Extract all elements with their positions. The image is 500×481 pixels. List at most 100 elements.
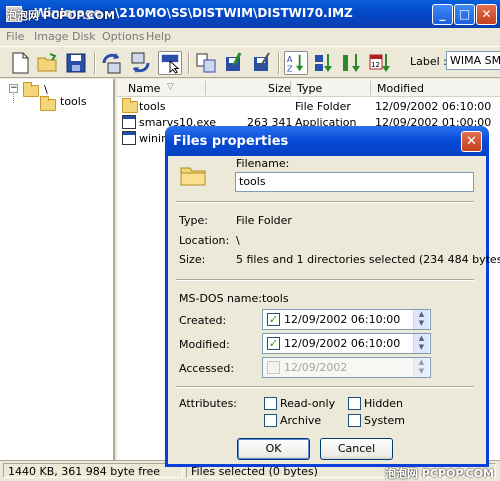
volume-label-caption: Label : (410, 55, 447, 68)
extract-icon[interactable] (194, 51, 218, 75)
hidden-label[interactable]: Hidden (364, 397, 403, 410)
file-modified: 12/09/2002 06:10:00 (375, 100, 492, 113)
menu-file[interactable]: File (6, 30, 24, 43)
type-label: Type: (179, 214, 208, 227)
menu-disk[interactable]: Disk (72, 30, 96, 43)
file-type: File Folder (295, 100, 351, 113)
disk-write-icon[interactable] (128, 51, 152, 75)
toolbar-separator (94, 52, 96, 74)
list-row[interactable]: tools File Folder 12/09/2002 06:10:00 (117, 98, 500, 114)
column-type[interactable]: Type (297, 82, 322, 95)
dialog-close-button[interactable]: ✕ (461, 131, 482, 152)
open-folder-icon[interactable] (36, 51, 60, 75)
divider (176, 279, 474, 281)
sort-by-type-icon[interactable] (312, 51, 336, 75)
toolbar-separator (188, 52, 190, 74)
spin-up-icon[interactable]: ▲ (419, 358, 424, 366)
file-name: tools (139, 100, 166, 113)
sort-by-size-icon[interactable] (340, 51, 364, 75)
accessed-checkbox[interactable] (267, 361, 280, 374)
readonly-label[interactable]: Read-only (280, 397, 335, 410)
spin-down-icon[interactable]: ▼ (419, 343, 424, 351)
dialog-title: Files properties (173, 134, 289, 149)
created-checkbox[interactable]: ✓ (267, 313, 280, 326)
location-value: \ (236, 234, 240, 247)
application-icon (122, 115, 136, 129)
status-disk-info: 1440 KB, 361 984 byte free (3, 463, 183, 478)
msdos-name-value: tools (262, 292, 289, 305)
divider (176, 201, 474, 203)
tree-item-root[interactable]: \ (44, 83, 48, 96)
save-icon[interactable] (64, 51, 88, 75)
column-divider[interactable] (370, 81, 371, 95)
column-name[interactable]: Name (128, 82, 160, 95)
archive-checkbox[interactable] (264, 414, 277, 427)
watermark-top: 泡泡网 PCPOP.COM (6, 9, 115, 22)
sort-by-date-icon[interactable]: 12 (368, 51, 392, 75)
inject-icon[interactable] (222, 51, 246, 75)
menu-help[interactable]: Help (146, 30, 171, 43)
accessed-label: Accessed: (179, 362, 235, 375)
menu-bar: File Image Disk Options Help (0, 28, 500, 46)
accessed-value: 12/09/2002 (284, 361, 348, 374)
new-file-icon[interactable] (8, 51, 32, 75)
tree-item-tools[interactable]: tools (60, 95, 87, 108)
column-modified[interactable]: Modified (377, 82, 424, 95)
column-divider[interactable] (290, 81, 291, 95)
size-value: 5 files and 1 directories selected (234 … (236, 253, 500, 266)
folder-icon (122, 98, 138, 113)
menu-image[interactable]: Image (34, 30, 68, 43)
dialog-titlebar: Files properties ✕ (165, 126, 489, 156)
spin-down-icon[interactable]: ▼ (419, 319, 424, 327)
folder-icon (23, 82, 39, 97)
select-pointer-icon[interactable] (158, 51, 182, 75)
application-icon (122, 131, 136, 145)
divider (176, 386, 474, 388)
maximize-button[interactable]: □ (454, 4, 475, 25)
attributes-label: Attributes: (179, 397, 238, 410)
svg-text:Z: Z (287, 63, 293, 73)
toolbar-separator (278, 52, 280, 74)
filename-label: Filename: (236, 157, 290, 170)
minimize-button[interactable]: _ (432, 4, 453, 25)
accessed-spinner[interactable]: ▲ ▼ (413, 358, 429, 377)
modified-spinner[interactable]: ▲ ▼ (413, 334, 429, 353)
folder-large-icon (180, 167, 206, 186)
spin-up-icon[interactable]: ▲ (419, 334, 424, 342)
cancel-button[interactable]: Cancel (320, 438, 393, 460)
menu-options[interactable]: Options (102, 30, 144, 43)
system-label[interactable]: System (364, 414, 405, 427)
system-checkbox[interactable] (348, 414, 361, 427)
type-value: File Folder (236, 214, 292, 227)
tree-line (13, 94, 14, 103)
location-label: Location: (179, 234, 230, 247)
spin-up-icon[interactable]: ▲ (419, 310, 424, 318)
folder-icon (40, 96, 56, 111)
created-value: 12/09/2002 06:10:00 (284, 313, 401, 326)
readonly-checkbox[interactable] (264, 397, 277, 410)
ok-button[interactable]: OK (237, 438, 310, 460)
filename-input[interactable]: tools (235, 172, 474, 192)
modified-value: 12/09/2002 06:10:00 (284, 337, 401, 350)
folder-tree: − \ tools (0, 79, 115, 460)
modified-checkbox[interactable]: ✓ (267, 337, 280, 350)
spin-down-icon[interactable]: ▼ (419, 367, 424, 375)
tree-expander[interactable]: − (9, 84, 18, 93)
properties-icon[interactable] (250, 51, 274, 75)
hidden-checkbox[interactable] (348, 397, 361, 410)
size-label: Size: (179, 253, 206, 266)
volume-label-field[interactable]: WIMA SMV (446, 51, 500, 70)
disk-read-icon[interactable] (100, 51, 124, 75)
sort-by-name-icon[interactable]: AZ (284, 51, 308, 75)
msdos-name-label: MS-DOS name: (179, 292, 262, 305)
list-header: Name ▽ Size Type Modified (117, 79, 500, 97)
created-spinner[interactable]: ▲ ▼ (413, 310, 429, 329)
column-size[interactable]: Size (268, 82, 291, 95)
modified-label: Modified: (179, 338, 230, 351)
column-divider[interactable] (205, 81, 206, 95)
close-button[interactable]: ✕ (476, 4, 497, 25)
svg-text:12: 12 (371, 61, 380, 69)
archive-label[interactable]: Archive (280, 414, 321, 427)
sort-arrow-icon: ▽ (167, 82, 174, 92)
created-label: Created: (179, 314, 227, 327)
